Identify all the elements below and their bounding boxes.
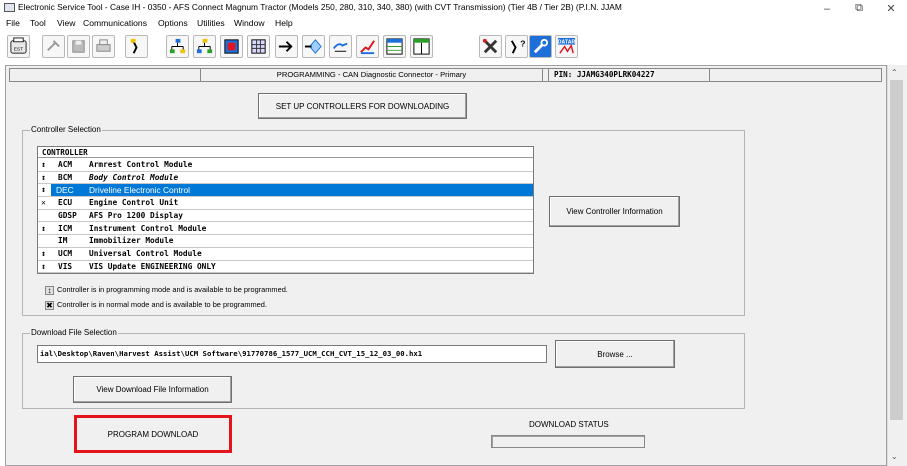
controller-name: Instrument Control Module: [89, 223, 207, 233]
print-icon[interactable]: [92, 35, 115, 58]
programming-mode-icon: ↕: [41, 223, 46, 233]
controller-code: IM: [58, 236, 68, 246]
app-icon: [4, 3, 15, 12]
view-download-file-info-button[interactable]: View Download File Information: [73, 376, 232, 403]
legend-programming-text: Controller is in programming mode and is…: [57, 285, 288, 294]
controller-name: Body Control Module: [89, 172, 179, 182]
controller-name: Driveline Electronic Control: [89, 184, 533, 197]
programming-mode-icon: ↕: [41, 172, 46, 182]
close-button[interactable]: ✕: [876, 0, 906, 17]
controller-code: UCM: [58, 248, 73, 258]
programming-mode-icon: ↕: [41, 248, 46, 258]
controller-name: Engine Control Unit: [89, 198, 179, 208]
controller-row-dec[interactable]: ↕ DEC Driveline Electronic Control: [38, 184, 533, 198]
menu-tool[interactable]: Tool: [30, 18, 46, 28]
controller-row-ecu[interactable]: ✕ ECU Engine Control Unit: [38, 197, 533, 210]
module-icon[interactable]: [220, 35, 243, 58]
network-icon[interactable]: [166, 35, 189, 58]
wrench-gear-icon[interactable]: [529, 35, 552, 58]
controller-selection-legend: Controller Selection: [30, 125, 102, 134]
controller-row-im[interactable]: IM Immobilizer Module: [38, 235, 533, 248]
menu-view[interactable]: View: [57, 18, 75, 28]
normal-mode-icon: ✕: [41, 198, 46, 208]
scroll-down-icon[interactable]: ⌄: [891, 452, 898, 461]
menu-window[interactable]: Window: [234, 18, 265, 28]
signal-icon[interactable]: [356, 35, 379, 58]
menu-utilities[interactable]: Utilities: [197, 18, 225, 28]
network-alt-icon[interactable]: [193, 35, 216, 58]
save-icon[interactable]: [67, 35, 90, 58]
diamond-arrow-icon[interactable]: [302, 35, 325, 58]
controller-row-ucm[interactable]: ↕ UCM Universal Control Module: [38, 248, 533, 261]
controller-row-bcm[interactable]: ↕ BCM Body Control Module: [38, 172, 533, 185]
svg-text:EST: EST: [14, 46, 23, 52]
tools-icon[interactable]: [479, 35, 502, 58]
controller-code: VIS: [58, 261, 73, 271]
controller-code: GDSP: [58, 210, 77, 220]
legend-normal-mode: ✖ Controller is in normal mode and is ava…: [45, 300, 267, 310]
controller-code: ACM: [58, 160, 73, 169]
programming-mode-icon: ↕: [41, 261, 46, 271]
controller-code: ICM: [58, 223, 73, 233]
controller-name: Universal Control Module: [89, 248, 202, 258]
setup-controllers-button[interactable]: SET UP CONTROLLERS FOR DOWNLOADING: [258, 93, 467, 119]
menu-bar: File Tool View Communications Options Ut…: [0, 17, 907, 31]
title-bar: Electronic Service Tool - Case IH - 0350…: [0, 0, 907, 17]
controller-code: DEC: [51, 184, 89, 197]
hand-icon[interactable]: [329, 35, 352, 58]
svg-text:?: ?: [520, 39, 525, 49]
legend-programming-mode: ↕ Controller is in programming mode and i…: [45, 285, 288, 295]
normal-mode-icon: ✖: [45, 300, 54, 310]
svg-text:DATAR: DATAR: [558, 40, 576, 46]
download-progress-bar: [491, 435, 645, 448]
controller-name: AFS Pro 1200 Display: [89, 210, 183, 220]
programming-mode-icon: ↕: [45, 285, 54, 295]
data-table-icon[interactable]: [383, 35, 406, 58]
controller-name: Immobilizer Module: [89, 236, 174, 246]
view-controller-info-button[interactable]: View Controller Information: [549, 196, 680, 227]
maximize-button[interactable]: ⧉: [844, 0, 874, 17]
minimize-button[interactable]: –: [812, 0, 842, 17]
page-title: PROGRAMMING - CAN Diagnostic Connector -…: [200, 68, 543, 82]
datar-icon[interactable]: DATAR: [555, 35, 578, 58]
download-file-legend: Download File Selection: [30, 328, 118, 337]
scroll-up-icon[interactable]: ⌃: [891, 68, 898, 77]
menu-communications[interactable]: Communications: [83, 18, 147, 28]
probe-icon[interactable]: [125, 35, 148, 58]
programming-mode-icon: ↕: [41, 160, 46, 169]
controller-list[interactable]: CONTROLLER ↕ ACM Armrest Control Module ↕ BC…: [37, 146, 534, 274]
controller-row-vis[interactable]: ↕ VIS VIS Update ENGINEERING ONLY: [38, 261, 533, 273]
program-download-button[interactable]: PROGRAM DOWNLOAD: [77, 418, 229, 450]
controller-column-header: CONTROLLER: [38, 147, 533, 158]
download-status-label: DOWNLOAD STATUS: [529, 420, 609, 429]
pin-display: PIN: JJAMG340PLRK04227: [548, 68, 710, 82]
controller-name: Armrest Control Module: [89, 160, 193, 169]
arrow-icon[interactable]: [275, 35, 298, 58]
controller-row-gdsp[interactable]: GDSP AFS Pro 1200 Display: [38, 210, 533, 223]
controller-code: BCM: [58, 172, 73, 182]
legend-normal-text: Controller is in normal mode and is avai…: [57, 300, 267, 309]
connect-icon[interactable]: [42, 35, 65, 58]
controller-name: VIS Update ENGINEERING ONLY: [89, 261, 216, 271]
programming-mode-icon: ↕: [41, 185, 46, 195]
toolbar: EST ? DATAR: [0, 31, 907, 64]
module-grid-icon[interactable]: [247, 35, 270, 58]
menu-help[interactable]: Help: [275, 18, 293, 28]
est-icon[interactable]: EST: [7, 35, 30, 58]
menu-options[interactable]: Options: [158, 18, 188, 28]
window-title: Electronic Service Tool - Case IH - 0350…: [18, 2, 622, 12]
menu-file[interactable]: File: [6, 18, 20, 28]
download-file-path-field[interactable]: ial\Desktop\Raven\Harvest Assist\UCM Sof…: [37, 345, 547, 363]
data-table-alt-icon[interactable]: [410, 35, 433, 58]
controller-code: ECU: [58, 198, 73, 208]
probe-question-icon[interactable]: ?: [505, 35, 528, 58]
scrollbar-thumb[interactable]: [890, 80, 903, 420]
browse-button[interactable]: Browse ...: [555, 340, 675, 368]
controller-row-acm[interactable]: ↕ ACM Armrest Control Module: [38, 159, 533, 172]
controller-row-icm[interactable]: ↕ ICM Instrument Control Module: [38, 223, 533, 236]
